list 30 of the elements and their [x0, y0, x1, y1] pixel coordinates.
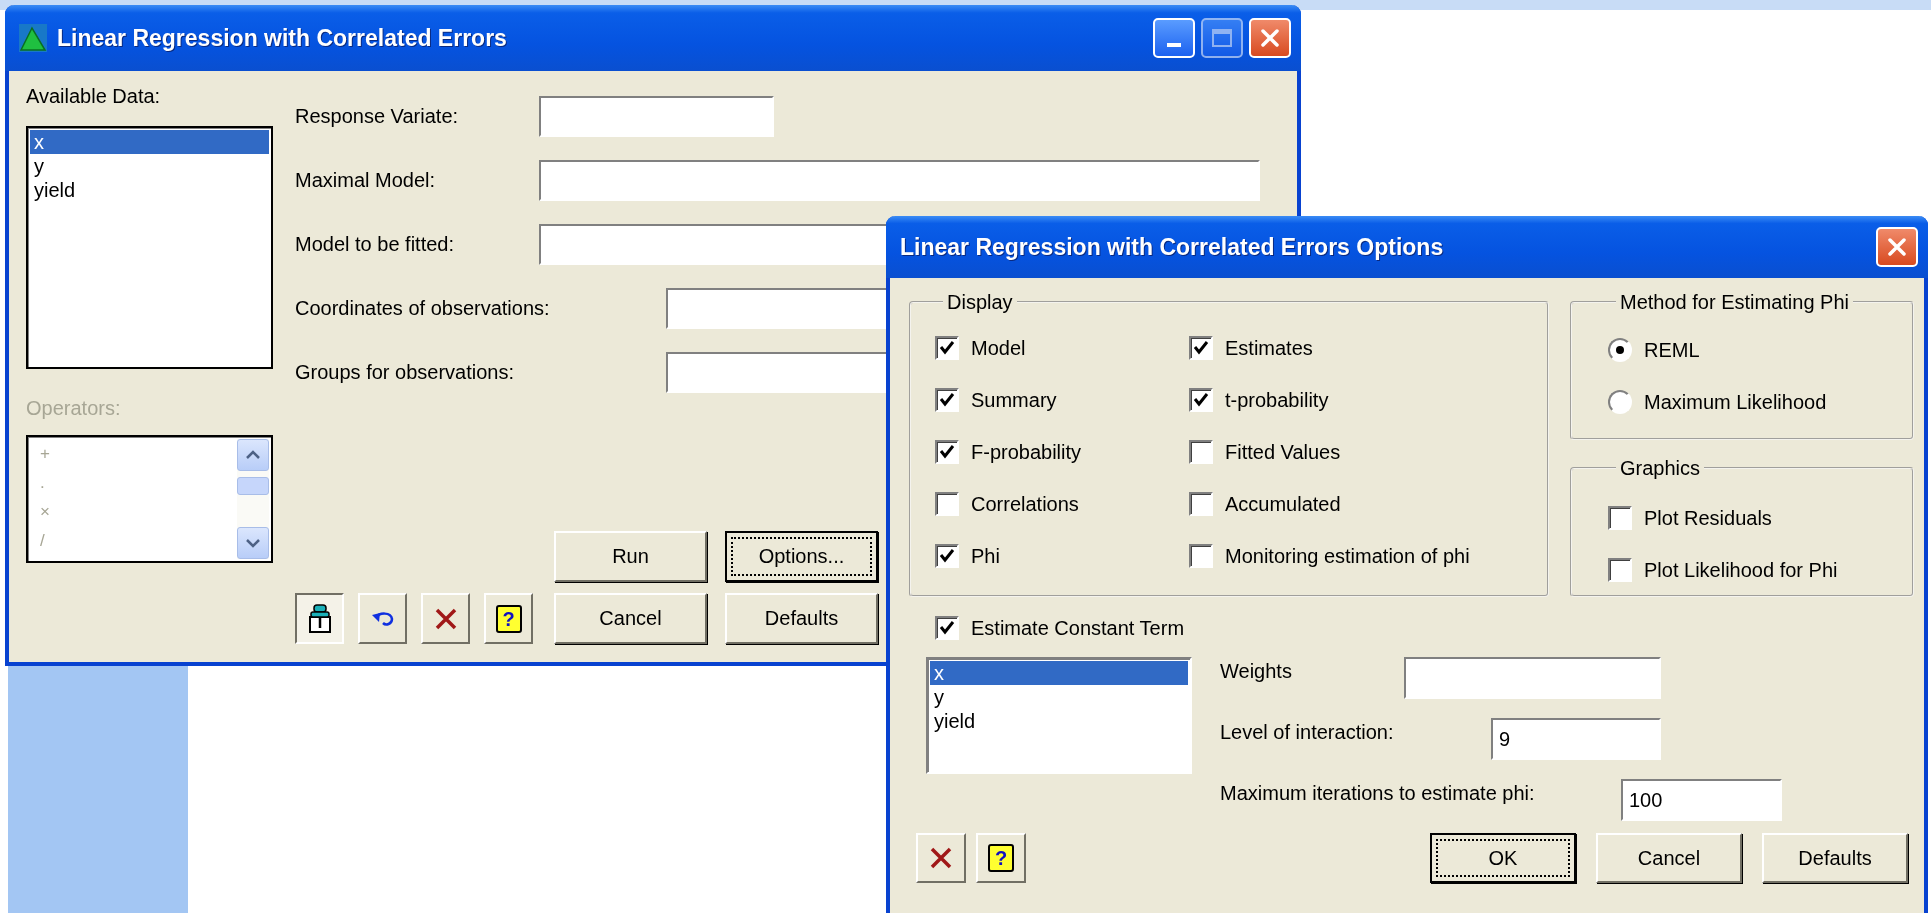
- checkbox-label: Estimate Constant Term: [971, 616, 1185, 640]
- group-label: Graphics: [1619, 456, 1702, 480]
- list-label: Available Data:: [26, 84, 162, 108]
- radio-label: Maximum Likelihood: [1644, 390, 1827, 414]
- field-label: Model to be fitted:: [295, 232, 455, 256]
- group-label: Display: [946, 290, 1014, 314]
- checkbox-label: Correlations: [971, 492, 1079, 516]
- field-label: Level of interaction:: [1220, 720, 1395, 744]
- checkbox-label: F-probability: [971, 440, 1082, 464]
- checkbox-label: Accumulated: [1225, 492, 1341, 516]
- field-label: Weights: [1220, 659, 1293, 683]
- checkbox-label: Plot Likelihood for Phi: [1644, 558, 1838, 582]
- list-label: Operators:: [26, 396, 122, 420]
- checkbox-label: Estimates: [1225, 336, 1313, 360]
- group-label: Method for Estimating Phi: [1619, 290, 1850, 314]
- checkbox-label: Fitted Values: [1225, 440, 1341, 464]
- checkbox-label: Summary: [971, 388, 1057, 412]
- checkbox-label: t-probability: [1225, 388, 1329, 412]
- window-title: Linear Regression with Correlated Errors Options: [900, 233, 1444, 261]
- field-label: Groups for observations:: [295, 360, 515, 384]
- checkbox-label: Model: [971, 336, 1026, 360]
- radio-label: REML: [1644, 338, 1700, 362]
- checkbox-label: Phi: [971, 544, 1000, 568]
- field-label: Maximal Model:: [295, 168, 437, 192]
- window-title: Linear Regression with Correlated Errors: [57, 24, 507, 52]
- field-label: Response Variate:: [295, 104, 460, 128]
- checkbox-label: Plot Residuals: [1644, 506, 1772, 530]
- checkbox-label: Monitoring estimation of phi: [1225, 544, 1470, 568]
- field-label: Maximum iterations to estimate phi:: [1220, 781, 1536, 805]
- field-label: Coordinates of observations:: [295, 296, 551, 320]
